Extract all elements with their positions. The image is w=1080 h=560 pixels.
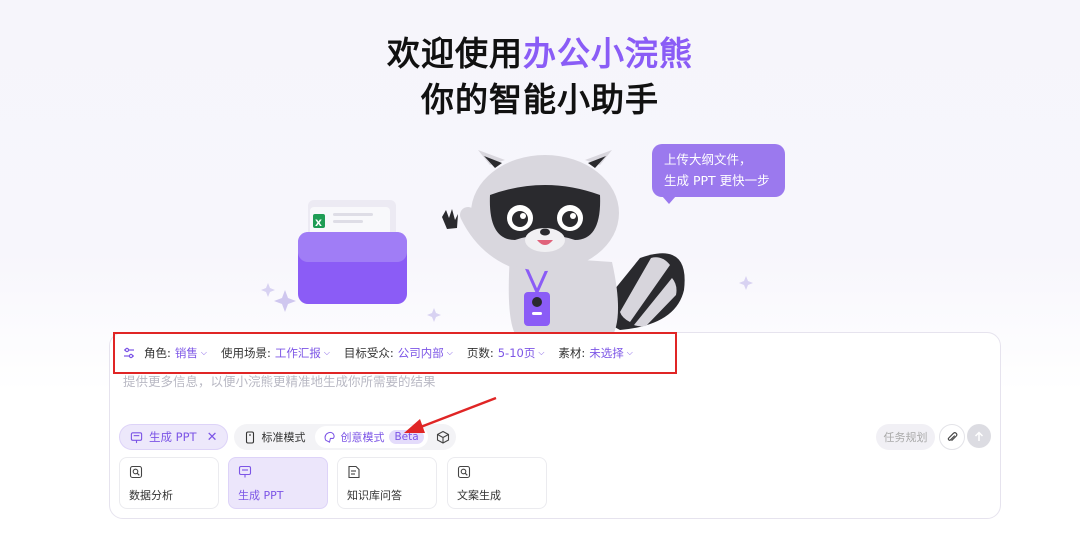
standard-mode-option[interactable]: 标准模式	[244, 429, 305, 445]
bubble-line-1: 上传大纲文件，	[664, 152, 752, 167]
card-copywriting[interactable]: 文案生成	[447, 457, 547, 509]
page-count-value: 5-10页	[497, 346, 536, 360]
card-label: 知识库问答	[347, 489, 402, 502]
scenario-label: 使用场景:	[220, 346, 271, 360]
card-knowledge-qa[interactable]: 知识库问答	[337, 457, 437, 509]
creative-mode-label: 创意模式	[340, 431, 385, 444]
svg-text:X: X	[315, 219, 322, 229]
prompt-input[interactable]: 提供更多信息，以便小浣熊更精准地生成你所需要的结果	[123, 371, 436, 390]
generate-ppt-chip[interactable]: 生成 PPT ✕	[119, 424, 229, 450]
card-label: 数据分析	[129, 489, 173, 502]
material-label: 素材:	[558, 346, 586, 360]
attachment-button[interactable]	[939, 424, 965, 450]
cube-icon[interactable]	[436, 430, 450, 444]
scenario-value: 工作汇报	[274, 346, 321, 360]
document-edit-icon	[348, 465, 360, 479]
card-label: 文案生成	[457, 489, 501, 502]
chevron-down-icon: ⌵	[200, 348, 207, 357]
bubble-line-2: 生成 PPT 更快一步	[664, 173, 770, 188]
filter-settings-icon[interactable]	[123, 347, 135, 359]
close-icon[interactable]: ✕	[207, 430, 218, 445]
chevron-down-icon: ⌵	[446, 348, 453, 357]
upload-tip-bubble: 上传大纲文件， 生成 PPT 更快一步	[652, 144, 785, 204]
presentation-icon	[238, 465, 252, 478]
creative-mode-icon	[325, 431, 336, 443]
page-count-label: 页数:	[466, 346, 494, 360]
role-selector[interactable]: 角色: 销售 ⌵	[144, 345, 207, 361]
image-search-icon	[457, 465, 471, 479]
send-button[interactable]	[967, 424, 991, 448]
arrow-up-icon	[974, 430, 984, 441]
mode-toolbar: 生成 PPT ✕ 标准模式 创意模式 Beta	[119, 424, 456, 450]
role-label: 角色:	[144, 346, 171, 360]
role-value: 销售	[174, 346, 198, 360]
attribute-selector-row: 角色: 销售 ⌵ 使用场景: 工作汇报 ⌵ 目标受众: 公司内部 ⌵ 页数: 5…	[113, 332, 677, 374]
audience-label: 目标受众:	[343, 346, 394, 360]
chart-search-icon	[129, 465, 143, 479]
task-plan-button[interactable]: 任务规划	[876, 424, 935, 450]
generate-ppt-chip-label: 生成 PPT	[149, 430, 197, 444]
material-selector[interactable]: 素材: 未选择 ⌵	[558, 345, 632, 361]
paperclip-icon	[947, 431, 958, 441]
presentation-icon	[130, 431, 143, 443]
mode-switch: 标准模式 创意模式 Beta	[234, 424, 456, 450]
card-label: 生成 PPT	[238, 489, 284, 502]
chevron-down-icon: ⌵	[538, 348, 545, 357]
raccoon-mascot-illustration: X	[261, 150, 753, 340]
page-count-selector[interactable]: 页数: 5-10页 ⌵	[467, 345, 545, 361]
scenario-selector[interactable]: 使用场景: 工作汇报 ⌵	[221, 345, 330, 361]
standard-mode-icon	[246, 430, 255, 444]
beta-badge: Beta	[389, 430, 424, 444]
material-value: 未选择	[589, 346, 624, 360]
audience-value: 公司内部	[397, 346, 444, 360]
standard-mode-label: 标准模式	[261, 431, 306, 444]
creative-mode-option[interactable]: 创意模式 Beta	[315, 426, 428, 448]
card-generate-ppt[interactable]: 生成 PPT	[228, 457, 328, 509]
card-data-analysis[interactable]: 数据分析	[119, 457, 219, 509]
chevron-down-icon: ⌵	[626, 348, 633, 357]
folder-icon: X	[298, 200, 407, 304]
chevron-down-icon: ⌵	[323, 348, 330, 357]
audience-selector[interactable]: 目标受众: 公司内部 ⌵	[344, 345, 453, 361]
